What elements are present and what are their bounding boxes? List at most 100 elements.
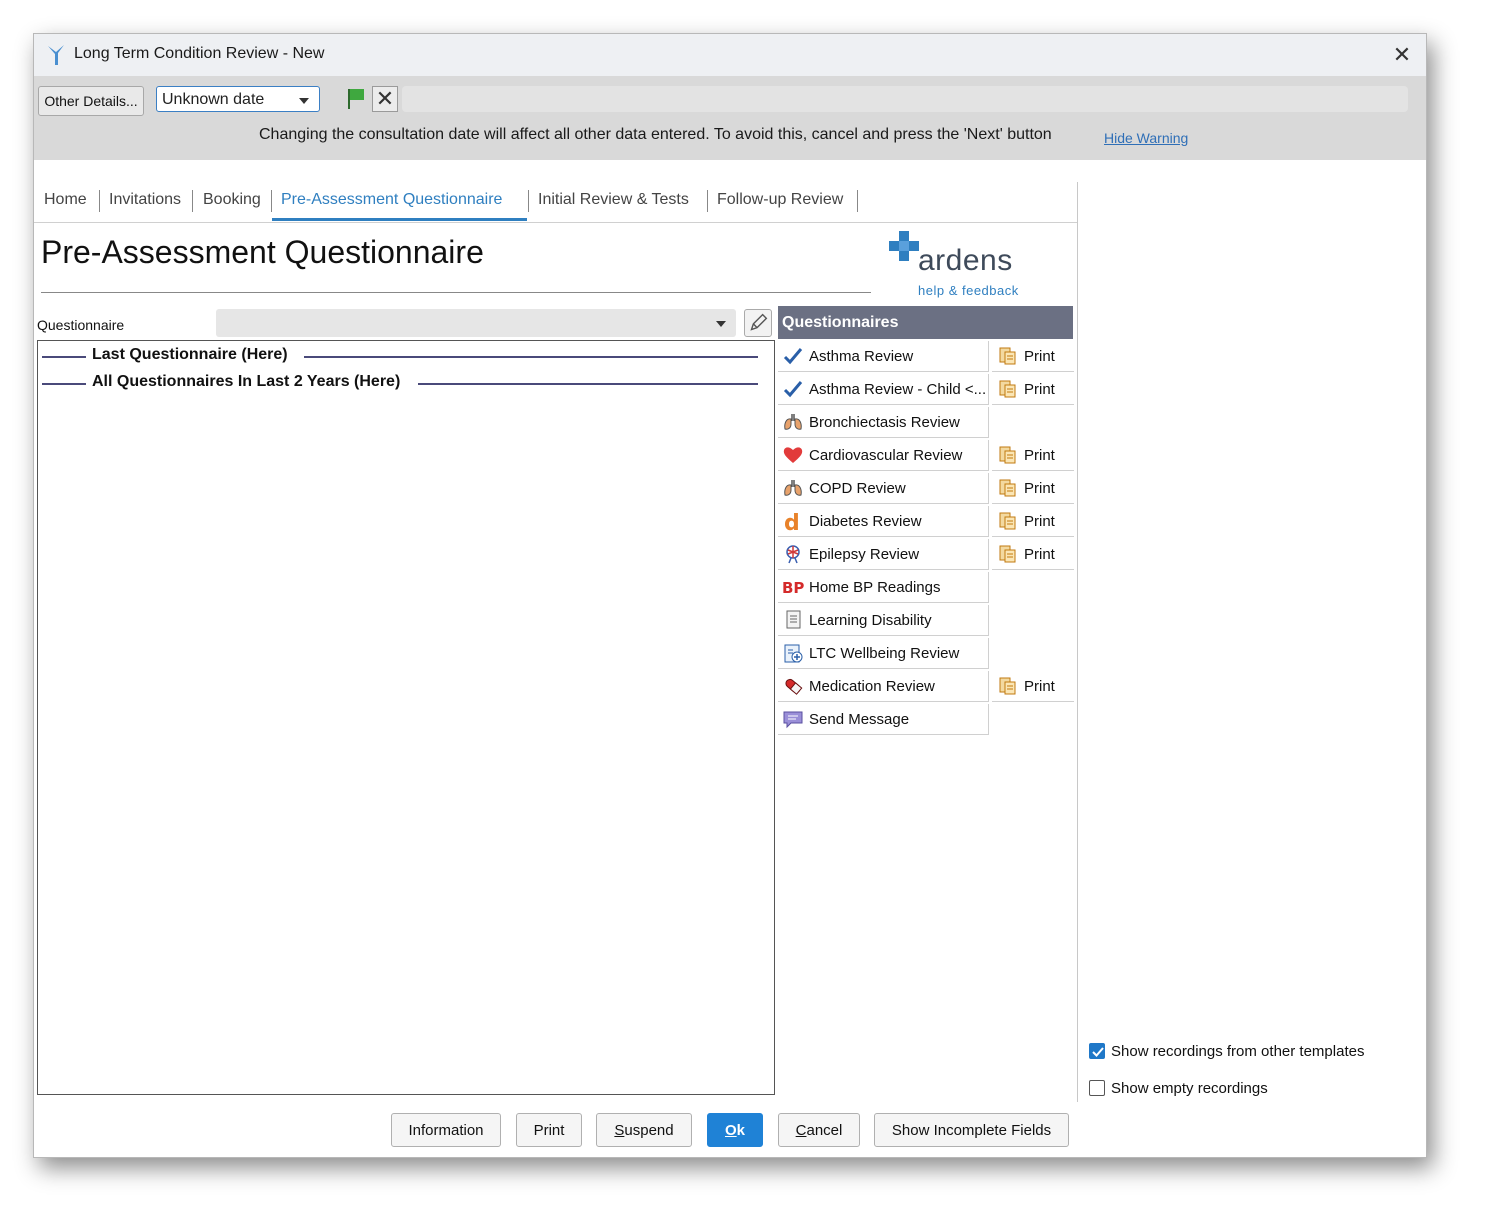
print-label: Print: [1024, 447, 1055, 464]
title-bar: Long Term Condition Review - New ✕: [34, 34, 1426, 76]
page-title: Pre-Assessment Questionnaire: [41, 234, 484, 270]
print-medication-review-button[interactable]: Print: [992, 671, 1074, 702]
section-all-questionnaires[interactable]: All Questionnaires In Last 2 Years (Here…: [92, 373, 409, 391]
lungs-icon: [784, 414, 802, 430]
section-rule: [42, 383, 86, 385]
section-rule: [418, 383, 758, 385]
questionnaire-row: COPD Review Print: [778, 473, 1076, 505]
print-icon: [999, 677, 1016, 695]
print-copd-review-button[interactable]: Print: [992, 473, 1074, 504]
consultation-date-select[interactable]: Unknown date: [156, 86, 320, 112]
tab-separator: [192, 190, 193, 212]
tab-separator: [528, 190, 529, 212]
main-panel: Home Invitations Booking Pre-Assessment …: [34, 182, 1078, 1102]
cardiovascular-review-label: Cardiovascular Review: [809, 447, 963, 464]
questionnaires-header: Questionnaires: [778, 306, 1073, 339]
medication-review-button[interactable]: Medication Review: [778, 671, 989, 702]
suspend-button[interactable]: Suspend: [596, 1113, 692, 1147]
questionnaire-row: Asthma Review - Child <... Print: [778, 374, 1076, 406]
copd-review-button[interactable]: COPD Review: [778, 473, 989, 504]
bronchiectasis-review-label: Bronchiectasis Review: [809, 414, 960, 431]
tab-separator: [857, 190, 858, 212]
asthma-review-button[interactable]: Asthma Review: [778, 341, 989, 372]
cardiovascular-review-button[interactable]: Cardiovascular Review: [778, 440, 989, 471]
print-icon: [999, 512, 1016, 530]
tab-bar: Home Invitations Booking Pre-Assessment …: [34, 182, 1077, 223]
content-top: [34, 160, 1426, 182]
section-header[interactable]: All Questionnaires In Last 2 Years (Here…: [42, 373, 758, 393]
questionnaire-area: Last Questionnaire (Here) All Questionna…: [37, 340, 775, 1095]
print-epilepsy-review-button[interactable]: Print: [992, 539, 1074, 570]
questionnaire-row: Medication Review Print: [778, 671, 1076, 703]
hide-warning-link[interactable]: Hide Warning: [1104, 130, 1188, 146]
section-last-questionnaire[interactable]: Last Questionnaire (Here): [92, 346, 296, 364]
cancel-label: ancel: [806, 1122, 843, 1139]
tab-home[interactable]: Home: [44, 191, 87, 209]
chevron-down-icon: [299, 98, 309, 104]
checkbox-unchecked-icon: [1089, 1080, 1105, 1096]
print-diabetes-review-button[interactable]: Print: [992, 506, 1074, 537]
checkmark-icon: [783, 348, 803, 365]
close-icon[interactable]: ✕: [1388, 41, 1416, 69]
cancel-button[interactable]: Cancel: [778, 1113, 860, 1147]
show-other-templates-checkbox[interactable]: Show recordings from other templates: [1089, 1041, 1449, 1063]
questionnaire-row: BP Home BP Readings: [778, 572, 1076, 604]
home-bp-readings-button[interactable]: BP Home BP Readings: [778, 572, 989, 603]
learning-disability-button[interactable]: Learning Disability: [778, 605, 989, 636]
ltc-wellbeing-review-button[interactable]: LTC Wellbeing Review: [778, 638, 989, 669]
asthma-review-child-label: Asthma Review - Child <...: [809, 381, 987, 398]
svg-text:BP: BP: [782, 579, 804, 597]
tab-separator: [707, 190, 708, 212]
toolbar-field: [402, 86, 1408, 112]
active-tab-indicator: [272, 218, 527, 221]
questionnaire-select[interactable]: [216, 309, 736, 337]
diabetes-d-icon: d: [784, 511, 800, 531]
ok-button[interactable]: Ok: [707, 1113, 763, 1147]
show-other-templates-label: Show recordings from other templates: [1111, 1043, 1365, 1060]
print-button[interactable]: Print: [516, 1113, 582, 1147]
print-label: Print: [1024, 546, 1055, 563]
send-message-button[interactable]: Send Message: [778, 704, 989, 735]
diabetes-review-label: Diabetes Review: [809, 513, 922, 530]
tab-invitations[interactable]: Invitations: [109, 191, 181, 209]
tab-separator: [271, 190, 272, 212]
clear-date-icon[interactable]: ✕: [372, 86, 398, 112]
print-label: Print: [1024, 348, 1055, 365]
bp-icon: BP: [782, 579, 804, 597]
chevron-down-icon: [716, 321, 726, 327]
ardens-logo[interactable]: ardens help & feedback: [884, 230, 1034, 300]
questionnaire-row: LTC Wellbeing Review: [778, 638, 1076, 670]
cancel-mnemonic: C: [795, 1122, 807, 1139]
section-header[interactable]: Last Questionnaire (Here): [42, 346, 758, 366]
show-empty-recordings-checkbox[interactable]: Show empty recordings: [1089, 1078, 1449, 1100]
other-details-button[interactable]: Other Details...: [38, 86, 144, 116]
checkbox-checked-icon: [1089, 1043, 1105, 1059]
asthma-review-label: Asthma Review: [809, 348, 914, 365]
tab-pre-assessment-questionnaire[interactable]: Pre-Assessment Questionnaire: [281, 191, 502, 209]
epilepsy-review-label: Epilepsy Review: [809, 546, 920, 563]
tab-initial-review-tests[interactable]: Initial Review & Tests: [538, 191, 689, 209]
questionnaire-row: d Diabetes Review Print: [778, 506, 1076, 538]
brain-icon: [786, 545, 800, 564]
help-feedback-link[interactable]: help & feedback: [918, 283, 1019, 298]
diabetes-review-button[interactable]: d Diabetes Review: [778, 506, 989, 537]
questionnaire-label: Questionnaire: [37, 317, 125, 333]
show-incomplete-fields-button[interactable]: Show Incomplete Fields: [874, 1113, 1069, 1147]
print-asthma-review-child-button[interactable]: Print: [992, 374, 1074, 405]
questionnaire-row: Asthma Review Print: [778, 341, 1076, 373]
lungs-icon: [784, 480, 802, 496]
ltc-wellbeing-review-label: LTC Wellbeing Review: [809, 645, 960, 662]
epilepsy-review-button[interactable]: Epilepsy Review: [778, 539, 989, 570]
information-button[interactable]: Information: [391, 1113, 501, 1147]
print-cardiovascular-review-button[interactable]: Print: [992, 440, 1074, 471]
print-asthma-review-button[interactable]: Print: [992, 341, 1074, 372]
review-window: Long Term Condition Review - New ✕ Other…: [33, 33, 1427, 1158]
asthma-review-child-button[interactable]: Asthma Review - Child <...: [778, 374, 989, 405]
tab-booking[interactable]: Booking: [203, 191, 261, 209]
flag-icon[interactable]: [344, 86, 368, 112]
print-label: Print: [1024, 381, 1055, 398]
bronchiectasis-review-button[interactable]: Bronchiectasis Review: [778, 407, 989, 438]
window-title: Long Term Condition Review - New: [74, 45, 325, 62]
tab-follow-up-review[interactable]: Follow-up Review: [717, 191, 843, 209]
pencil-icon[interactable]: [744, 309, 772, 337]
